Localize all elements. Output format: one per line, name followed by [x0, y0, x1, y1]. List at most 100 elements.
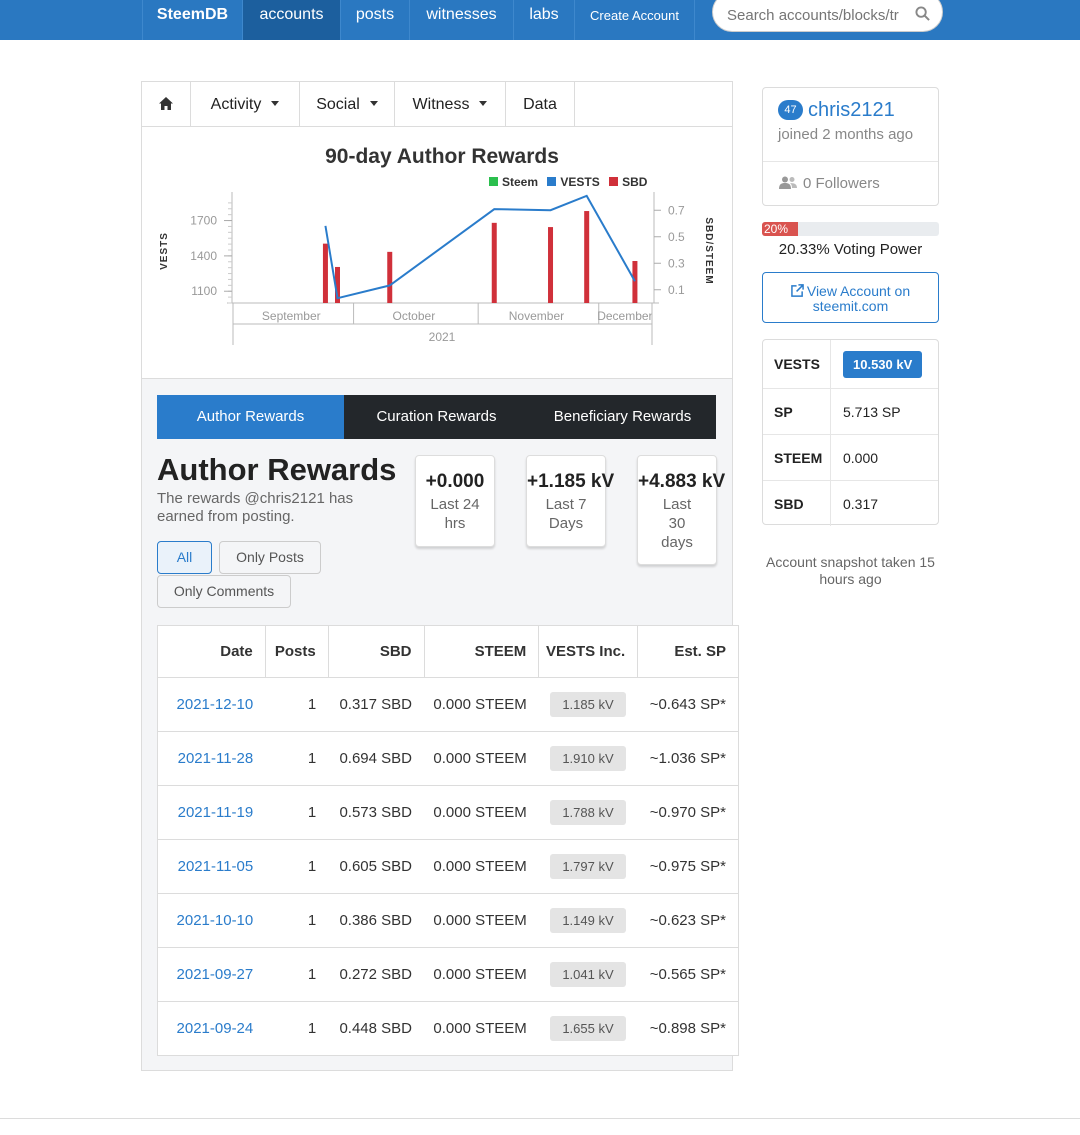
col-header-sbd[interactable]: SBD: [327, 625, 425, 678]
tab-curation-rewards[interactable]: Curation Rewards: [344, 395, 529, 439]
tab-activity[interactable]: Activity: [191, 82, 300, 127]
y-axis-title: VESTS: [159, 232, 170, 270]
view-account-button[interactable]: View Account on steemit.com: [762, 272, 939, 323]
balance-value: 10.530 kV: [843, 340, 923, 388]
table-row: 2021-12-10 1 0.317 SBD 0.000 STEEM 1.185 kV ~…: [157, 677, 739, 732]
col-header-vests[interactable]: VESTS Inc.: [538, 625, 639, 678]
date-link[interactable]: 2021-11-28: [178, 750, 254, 767]
col-header-steem[interactable]: STEEM: [423, 625, 540, 678]
account-tabs: Activity Social Witness Data: [142, 82, 732, 127]
cell-date: 2021-11-19: [157, 785, 266, 840]
voting-power-bar: 20%: [762, 222, 939, 236]
cell-posts: 1: [265, 731, 329, 786]
cell-est-sp: ~0.623 SP*: [637, 893, 739, 948]
date-link[interactable]: 2021-09-27: [177, 966, 254, 983]
vests-badge: 1.185 kV: [550, 692, 626, 717]
col-header-date[interactable]: Date: [157, 625, 266, 678]
cell-vests: 1.185 kV: [538, 677, 638, 732]
y2-tick-label: 0.3: [668, 256, 685, 270]
tab-social[interactable]: Social: [300, 82, 395, 127]
tab-data[interactable]: Data: [506, 82, 575, 127]
balance-key: SP: [763, 389, 831, 434]
nav-witnesses[interactable]: witnesses: [409, 0, 513, 40]
table-row: 2021-10-10 1 0.386 SBD 0.000 STEEM 1.149 kV ~…: [157, 893, 739, 948]
tab-beneficiary-rewards[interactable]: Beneficiary Rewards: [529, 395, 716, 439]
reward-type-tabs: Author Rewards Curation Rewards Benefici…: [157, 395, 716, 439]
y-tick-label: 1400: [190, 249, 217, 263]
y-tick-label: 1700: [190, 214, 217, 228]
search-input[interactable]: [727, 1, 905, 29]
table-row: 2021-11-19 1 0.573 SBD 0.000 STEEM 1.788 kV ~…: [157, 785, 739, 840]
stat-value: +4.883 kV: [638, 471, 726, 492]
date-link[interactable]: 2021-09-24: [177, 1020, 254, 1037]
rewards-table: Date Posts SBD STEEM VESTS Inc. Est. SP …: [157, 625, 739, 1056]
vests-badge: 1.910 kV: [550, 746, 626, 771]
col-header-est-sp[interactable]: Est. SP: [637, 625, 739, 678]
balance-key: VESTS: [763, 340, 831, 388]
cell-posts: 1: [265, 947, 329, 1002]
cell-posts: 1: [265, 785, 329, 840]
cell-steem: 0.000 STEEM: [424, 1001, 539, 1056]
users-icon: [779, 176, 797, 190]
nav-labs[interactable]: labs: [513, 0, 574, 40]
chart-plot: 1100 1400 1700 0.1 0.3 0.5 0.7 VESTS SBD/STEEM Se…: [159, 192, 714, 345]
external-link-icon: [791, 284, 804, 298]
nav-create-account[interactable]: Create Account: [574, 0, 695, 40]
cell-posts: 1: [265, 677, 329, 732]
date-link[interactable]: 2021-12-10: [177, 696, 254, 713]
balance-value: 0.317: [843, 495, 879, 512]
snapshot-note: Account snapshot taken 15 hours ago: [766, 554, 935, 587]
date-link[interactable]: 2021-10-10: [177, 912, 254, 929]
sbd-bar: [632, 260, 638, 303]
search-icon[interactable]: [915, 6, 930, 21]
cell-est-sp: ~0.898 SP*: [637, 1001, 739, 1056]
search-box: [712, 0, 943, 32]
vests-value-button[interactable]: 10.530 kV: [843, 350, 923, 378]
vests-badge: 1.797 kV: [550, 854, 626, 879]
cell-sbd: 0.694 SBD: [328, 731, 424, 786]
cell-steem: 0.000 STEEM: [424, 731, 539, 786]
balance-value: 5.713 SP: [843, 403, 901, 420]
chevron-down-icon: [271, 100, 280, 106]
tab-witness[interactable]: Witness: [395, 82, 506, 127]
date-link[interactable]: 2021-11-19: [178, 804, 254, 821]
chevron-down-icon: [369, 100, 378, 106]
brand-link[interactable]: SteemDB: [142, 0, 242, 40]
cell-est-sp: ~0.565 SP*: [637, 947, 739, 1002]
cell-vests: 1.041 kV: [538, 947, 638, 1002]
x-tick-label: November: [509, 309, 564, 323]
date-link[interactable]: 2021-11-05: [178, 858, 254, 875]
filter-all-button[interactable]: All: [157, 541, 212, 574]
stat-card-24h: +0.000 Last 24 hrs: [415, 455, 495, 547]
home-icon: [159, 96, 173, 110]
cell-vests: 1.149 kV: [538, 893, 638, 948]
followers-link[interactable]: 0 Followers: [763, 161, 938, 205]
username-link[interactable]: chris2121: [808, 99, 895, 122]
y2-axis-title: SBD/STEEM: [703, 217, 714, 284]
nav-accounts[interactable]: accounts: [242, 0, 340, 40]
tab-home[interactable]: [142, 82, 191, 127]
filter-only-posts-button[interactable]: Only Posts: [219, 541, 321, 574]
filter-only-comments-button[interactable]: Only Comments: [157, 575, 291, 608]
stat-label: Last 7 Days: [545, 496, 587, 532]
balances-table: VESTS 10.530 kV SP 5.713 SP STEEM 0.000 …: [762, 339, 939, 526]
tab-author-rewards[interactable]: Author Rewards: [157, 395, 344, 439]
col-header-posts[interactable]: Posts: [264, 625, 329, 678]
stat-card-30d: +4.883 kV Last 30 days: [637, 455, 726, 565]
cell-vests: 1.910 kV: [538, 731, 638, 786]
section-title: Author Rewards: [157, 452, 397, 487]
voting-power-text: 20.33% Voting Power: [778, 241, 923, 258]
stat-label: Last 24 hrs: [430, 496, 480, 532]
cell-date: 2021-11-05: [157, 839, 266, 894]
stat-card-7d: +1.185 kV Last 7 Days: [526, 455, 614, 547]
cell-vests: 1.655 kV: [538, 1001, 638, 1056]
y2-tick-label: 0.7: [668, 203, 685, 217]
nav-posts[interactable]: posts: [340, 0, 409, 40]
table-row: 2021-11-05 1 0.605 SBD 0.000 STEEM 1.797 kV ~…: [157, 839, 739, 894]
table-row: 2021-09-24 1 0.448 SBD 0.000 STEEM 1.655 kV ~…: [157, 1001, 739, 1056]
vests-badge: 1.041 kV: [550, 962, 626, 987]
sbd-bar: [387, 251, 393, 303]
balance-key: STEEM: [763, 435, 831, 480]
sbd-bar: [548, 227, 554, 303]
cell-steem: 0.000 STEEM: [424, 839, 539, 894]
